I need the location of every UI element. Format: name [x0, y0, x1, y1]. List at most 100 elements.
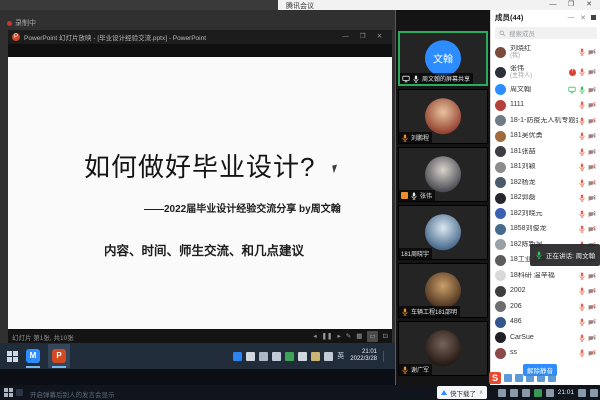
tray-cloud-icon[interactable] — [522, 389, 530, 397]
avatar: 文翰 — [425, 40, 461, 76]
chat-message-bubble[interactable]: 快下载了 ∧ — [437, 386, 487, 399]
maximize-button[interactable]: ❐ — [562, 0, 580, 10]
screen-share-icon — [568, 86, 576, 94]
minimize-button[interactable]: — — [544, 0, 562, 10]
avatar — [495, 301, 506, 312]
tray-person-icon[interactable] — [498, 389, 506, 397]
member-row[interactable]: CarSue — [491, 330, 600, 346]
member-row[interactable]: 181刘颖 — [491, 160, 600, 176]
avatar — [495, 193, 506, 204]
tile-name-label: 181周晓宇 — [399, 248, 432, 259]
member-status-icons — [578, 48, 596, 56]
sogou-input-icon[interactable]: S — [489, 372, 501, 384]
camera-off-icon — [588, 194, 596, 202]
member-name-block: 周文翰 — [510, 86, 568, 94]
mic-icon — [246, 352, 255, 361]
member-row[interactable]: 182杨龙 — [491, 175, 600, 191]
ime-keyboard-icon[interactable] — [537, 374, 545, 382]
member-status-icons — [578, 349, 596, 357]
camera-off-icon — [588, 148, 596, 156]
member-row[interactable]: 张伟(主持人)! — [491, 62, 600, 82]
video-tile[interactable]: 谢广军 — [398, 321, 488, 376]
panel-minimize-button[interactable]: — — [565, 14, 577, 21]
shared-screen-view[interactable]: 录制中 P PowerPoint 幻灯片放映 - [毕业设计经验交流.pptx]… — [0, 10, 395, 385]
member-status-icons — [568, 86, 596, 94]
video-tile[interactable]: 文翰周文翰的屏幕共享 — [398, 31, 488, 86]
video-tile[interactable]: 181周晓宇 — [398, 205, 488, 260]
participant-name: 周文翰的屏幕共享 — [422, 74, 470, 83]
member-name-block: 181刘颖 — [510, 163, 578, 171]
member-row[interactable]: 18科研 温辛福 — [491, 268, 600, 284]
ime-mic-icon[interactable] — [526, 374, 534, 382]
member-row[interactable]: 1111 — [491, 98, 600, 114]
start-button[interactable] — [4, 388, 13, 397]
tray-ime-icon[interactable] — [578, 389, 586, 397]
member-row[interactable]: 181张喆 — [491, 144, 600, 160]
meeting-window-controls: — ❐ ✕ — [544, 0, 598, 10]
remote-taskbar-powerpoint-app: P — [48, 344, 70, 368]
member-row[interactable]: 206 — [491, 299, 600, 315]
member-search-input[interactable]: 搜索成员 — [495, 27, 597, 39]
member-row[interactable]: 2002 — [491, 284, 600, 300]
member-status-icons: ! — [569, 68, 596, 76]
taskbar-app-icon[interactable] — [16, 389, 23, 396]
collapse-chevron-icon[interactable]: ∧ — [479, 389, 483, 396]
mic-muted-icon — [578, 287, 586, 295]
avatar — [495, 146, 506, 157]
tray-mic-icon[interactable] — [510, 389, 518, 397]
member-row[interactable]: 18-1-防疫无人机专题会 — [491, 113, 600, 129]
local-taskbar: 开启弹幕后别人的发言会显示 21:01 — [0, 385, 600, 400]
cloud-icon — [298, 352, 307, 361]
notification-center-icon[interactable] — [590, 389, 598, 397]
member-row[interactable]: 181吴优勇 — [491, 129, 600, 145]
video-tile[interactable]: 刘鹏程 — [398, 89, 488, 144]
member-row[interactable]: ss — [491, 346, 600, 362]
mic-muted-icon — [578, 148, 586, 156]
avatar — [495, 255, 506, 266]
camera-off-icon — [588, 179, 596, 187]
avatar — [495, 224, 506, 235]
member-row[interactable]: 486 — [491, 315, 600, 331]
mic-muted-icon — [401, 366, 409, 374]
camera-off-icon — [588, 318, 596, 326]
remote-taskbar-meeting-app: M — [22, 344, 44, 368]
member-row[interactable]: 1858刘俊龙 — [491, 222, 600, 238]
member-row[interactable]: 刘晓红(我) — [491, 42, 600, 62]
ime-mode-icon[interactable] — [504, 374, 512, 382]
member-status-icons — [578, 303, 596, 311]
video-tile[interactable]: 张伟 — [398, 147, 488, 202]
tray-network-icon[interactable] — [546, 389, 554, 397]
avatar — [495, 239, 506, 250]
panel-close-button[interactable]: ✕ — [577, 14, 589, 22]
close-button[interactable]: ✕ — [580, 0, 598, 10]
recording-indicator: 录制中 — [7, 18, 36, 28]
member-panel: 成员(44) — ✕ 搜索成员 刘晓红(我)张伟(主持人)!周文翰111118-… — [490, 10, 600, 385]
ime-settings-icon[interactable] — [548, 374, 556, 382]
ime-pen-icon[interactable] — [515, 374, 523, 382]
speaking-mic-icon — [535, 246, 543, 264]
hand-raised-icon — [401, 192, 408, 199]
member-role: (我) — [510, 53, 578, 60]
avatar — [425, 214, 461, 250]
member-name: 18-1-防疫无人机专题会 — [510, 117, 578, 125]
network-icon — [272, 352, 281, 361]
tile-name-label: 张伟 — [399, 190, 435, 201]
video-tile[interactable]: 车辆工程181邵明 — [398, 263, 488, 318]
mic-muted-icon — [401, 134, 409, 142]
member-name-block: 1858刘俊龙 — [510, 225, 578, 233]
notification-area-icon — [383, 351, 391, 362]
mic-icon — [412, 75, 420, 83]
slideshow-control-icon: ❚❚ — [322, 331, 333, 342]
member-row[interactable]: 182刘晓元 — [491, 206, 600, 222]
avatar — [425, 98, 461, 134]
tray-shield-icon[interactable] — [534, 389, 542, 397]
panel-dock-icon[interactable] — [591, 15, 596, 20]
member-row[interactable]: 182郭磊 — [491, 191, 600, 207]
slideshow-statusbar: 幻灯片 第1张, 共10张 ◂❚❚▸✎▦▭⊡ — [8, 330, 392, 343]
participant-name: 181周晓宇 — [401, 249, 429, 258]
member-name: 刘晓红 — [510, 45, 578, 53]
member-status-icons — [578, 287, 596, 295]
member-row[interactable]: 周文翰 — [491, 82, 600, 98]
member-role: (主持人) — [510, 73, 569, 80]
ppt-minimize-icon: — — [337, 30, 354, 44]
